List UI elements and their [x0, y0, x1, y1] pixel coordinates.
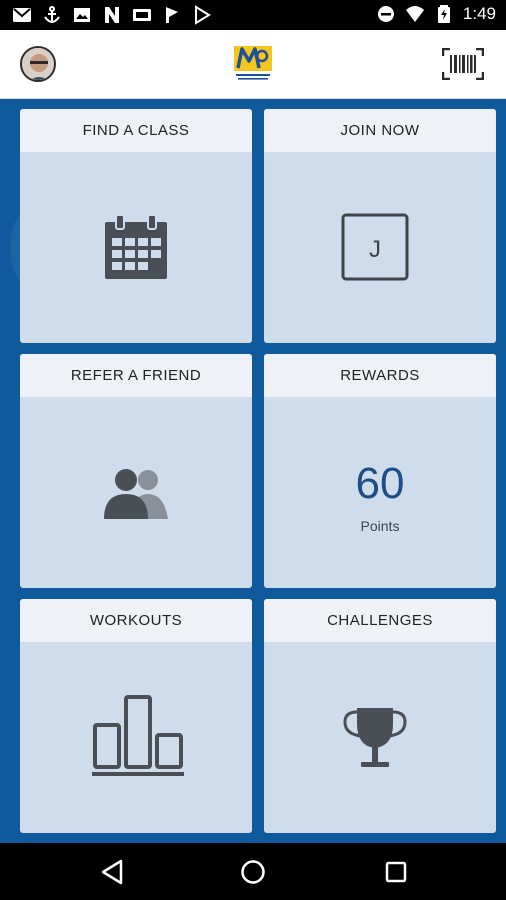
- bar-chart-icon: [92, 695, 184, 776]
- tile-title: FIND A CLASS: [20, 109, 252, 152]
- status-bar: 1:49: [0, 0, 506, 30]
- tile-title: CHALLENGES: [264, 599, 496, 642]
- user-avatar[interactable]: [20, 46, 56, 82]
- flag-icon: [166, 7, 178, 23]
- tile-body: [20, 152, 252, 343]
- join-card-icon: J: [341, 213, 409, 281]
- people-icon: [104, 469, 168, 519]
- dashboard-grid: FIND A CLASS JOIN NOW J REFER A FRIEND R…: [0, 99, 506, 843]
- points-label: Points: [360, 518, 400, 534]
- notification-icons: [12, 5, 212, 25]
- tile-title: REFER A FRIEND: [20, 354, 252, 397]
- rewards-tile[interactable]: REWARDS 60 Points: [264, 354, 496, 588]
- tile-title: REWARDS: [264, 354, 496, 397]
- tile-title: WORKOUTS: [20, 599, 252, 642]
- points-value: 60: [355, 459, 405, 508]
- gmail-icon: [13, 8, 31, 22]
- calendar-icon: [105, 214, 167, 279]
- avatar-photo: [22, 48, 54, 80]
- find-a-class-tile[interactable]: FIND A CLASS: [20, 109, 252, 343]
- tile-body: [264, 642, 496, 833]
- navigation-bar: [0, 843, 506, 900]
- gym-logo-icon: [234, 46, 272, 80]
- battery-icon: [437, 5, 450, 23]
- photo-icon: [74, 8, 90, 22]
- do-not-disturb-icon: [377, 6, 394, 22]
- join-card-letter: J: [369, 236, 381, 263]
- tile-body: [20, 642, 252, 833]
- app-header: [0, 30, 506, 99]
- recents-icon[interactable]: [381, 857, 411, 887]
- join-now-tile[interactable]: JOIN NOW J: [264, 109, 496, 343]
- anchor-icon: [44, 6, 60, 23]
- system-icons: 1:49: [376, 4, 496, 24]
- workouts-tile[interactable]: WORKOUTS: [20, 599, 252, 833]
- news-icon: [105, 7, 119, 23]
- tile-body: [20, 397, 252, 588]
- tile-body: J: [264, 152, 496, 343]
- challenges-tile[interactable]: CHALLENGES: [264, 599, 496, 833]
- home-icon[interactable]: [238, 857, 268, 887]
- cast-icon: [133, 9, 151, 21]
- clock: 1:49: [462, 4, 496, 23]
- tile-body: 60 Points: [264, 397, 496, 588]
- play-store-icon: [195, 5, 211, 25]
- refer-a-friend-tile[interactable]: REFER A FRIEND: [20, 354, 252, 588]
- trophy-icon: [343, 708, 407, 767]
- tile-title: JOIN NOW: [264, 109, 496, 152]
- back-icon[interactable]: [97, 857, 127, 887]
- barcode-scan-icon[interactable]: [442, 48, 484, 80]
- wifi-icon: [405, 6, 424, 22]
